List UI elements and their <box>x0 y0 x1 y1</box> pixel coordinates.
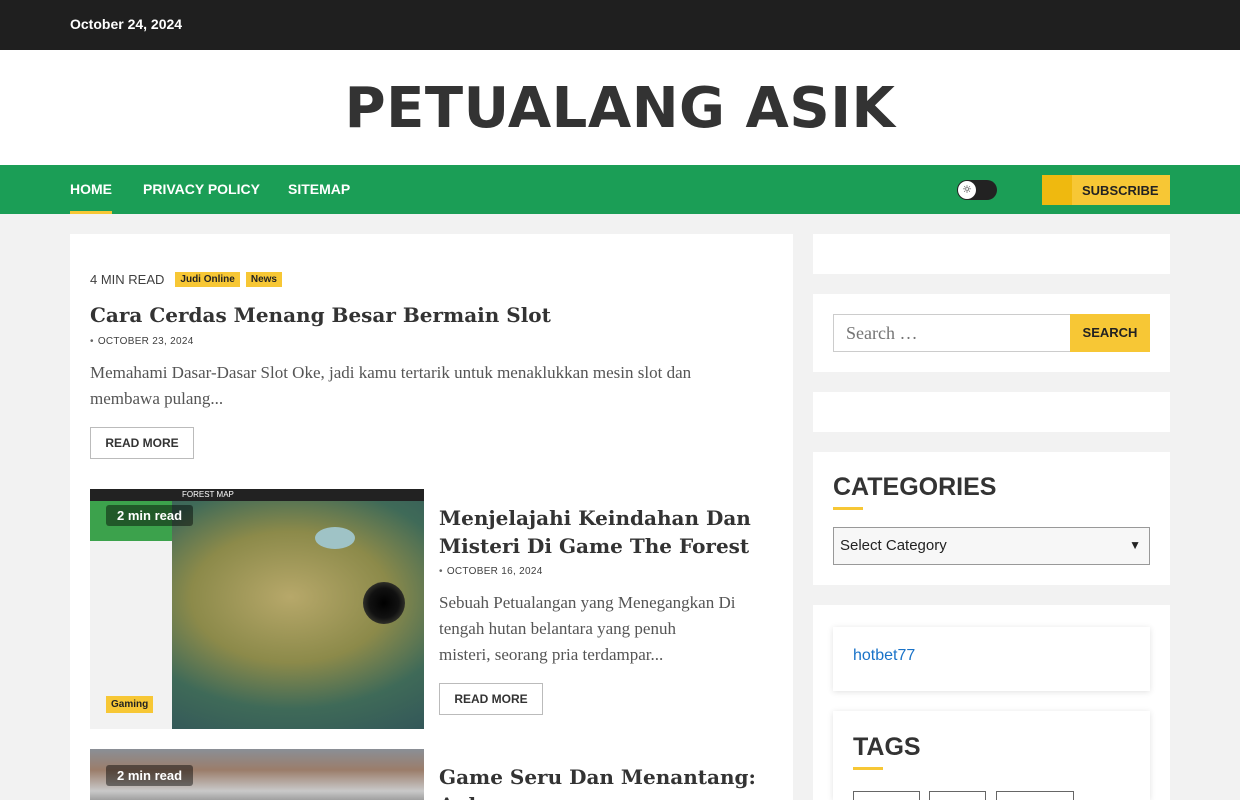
excerpt-line: Sebuah Petualangan yang Menegangkan Di <box>439 593 736 612</box>
post-title[interactable]: Game Seru Dan Menantang: Apk <box>439 763 779 800</box>
excerpt-line: Memahami Dasar-Dasar Slot Oke, jadi kamu… <box>90 363 692 382</box>
post-thumbnail[interactable]: 2 min read <box>90 749 424 800</box>
site-header: PETUALANG ASIK <box>0 50 1240 165</box>
excerpt-line: tengah hutan belantara yang penuh <box>439 619 676 638</box>
read-time-badge: 2 min read <box>106 765 194 786</box>
search-button[interactable]: SEARCH <box>1070 314 1150 352</box>
read-more-button[interactable]: READ MORE <box>439 683 543 715</box>
category-tag-gaming[interactable]: Gaming <box>106 696 154 713</box>
main-nav: HOME PRIVACY POLICY SITEMAP ☼ SUBSCRIBE <box>0 165 1240 214</box>
post-thumbnail[interactable]: FOREST MAP 2 min read Gaming <box>90 489 424 729</box>
top-bar: October 24, 2024 <box>0 0 1240 50</box>
hotbet77-link[interactable]: hotbet77 <box>853 647 915 665</box>
post-excerpt: Sebuah Petualangan yang Menegangkan Di t… <box>439 590 779 668</box>
tag-pill[interactable] <box>996 791 1074 800</box>
chevron-down-icon: ▼ <box>1129 538 1141 552</box>
categories-widget: CATEGORIES Select Category ▼ <box>813 452 1170 585</box>
search-widget: SEARCH <box>813 294 1170 372</box>
current-date: October 24, 2024 <box>70 16 183 32</box>
subscribe-label: SUBSCRIBE <box>1082 183 1159 198</box>
tags-title: TAGS <box>853 733 921 770</box>
categories-title: CATEGORIES <box>833 473 997 510</box>
excerpt-line: membawa pulang... <box>90 389 224 408</box>
map-lake <box>315 527 355 549</box>
post-excerpt: Memahami Dasar-Dasar Slot Oke, jadi kamu… <box>90 360 780 412</box>
sun-icon: ☼ <box>958 181 976 199</box>
read-more-button[interactable]: READ MORE <box>90 427 194 459</box>
nav-home[interactable]: HOME <box>70 181 112 214</box>
post-date[interactable]: OCTOBER 16, 2024 <box>439 566 543 577</box>
title-line: Menjelajahi Keindahan Dan <box>439 506 751 530</box>
nav-sitemap[interactable]: SITEMAP <box>288 181 350 197</box>
tag-pill[interactable] <box>929 791 986 800</box>
post-meta: 4 MIN READ Judi Online News <box>90 270 288 288</box>
read-time: 4 MIN READ <box>90 271 165 287</box>
main-content: 4 MIN READ Judi Online News Cara Cerdas … <box>70 234 793 800</box>
tags-widget: TAGS <box>833 711 1150 800</box>
map-top-bar: FOREST MAP <box>90 489 424 501</box>
tag-pill[interactable] <box>853 791 920 800</box>
sidebar-empty-widget <box>813 234 1170 274</box>
post-title[interactable]: Menjelajahi Keindahan Dan Misteri Di Gam… <box>439 504 779 560</box>
map-sinkhole <box>363 582 405 624</box>
link-card: hotbet77 <box>833 627 1150 691</box>
category-tag-news[interactable]: News <box>245 271 282 287</box>
category-select[interactable]: Select Category ▼ <box>833 527 1150 565</box>
read-time-badge: 2 min read <box>106 505 194 526</box>
search-input[interactable] <box>833 314 1071 352</box>
dark-mode-toggle[interactable]: ☼ <box>957 180 997 200</box>
post-title[interactable]: Cara Cerdas Menang Besar Bermain Slot <box>90 301 551 329</box>
nav-privacy-policy[interactable]: PRIVACY POLICY <box>143 181 260 197</box>
excerpt-line: misteri, seorang pria terdampar... <box>439 645 664 664</box>
bell-icon <box>1042 175 1072 205</box>
select-value: Select Category <box>840 537 947 554</box>
category-tag-judi-online[interactable]: Judi Online <box>175 271 240 287</box>
sidebar-empty-widget <box>813 392 1170 432</box>
title-line: Misteri Di Game The Forest <box>439 534 750 558</box>
post-date[interactable]: OCTOBER 23, 2024 <box>90 336 194 347</box>
site-title[interactable]: PETUALANG ASIK <box>0 76 1240 141</box>
map-title: FOREST MAP <box>182 490 234 499</box>
subscribe-button[interactable]: SUBSCRIBE <box>1042 175 1170 205</box>
